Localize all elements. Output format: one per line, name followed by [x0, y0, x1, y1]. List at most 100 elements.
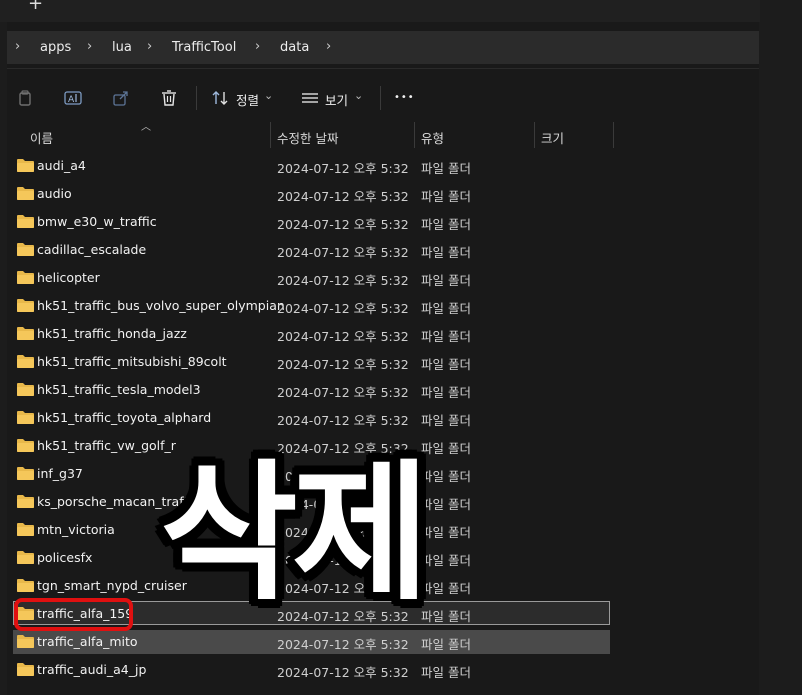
breadcrumb-item-lua[interactable]: lua	[112, 40, 132, 55]
breadcrumb-item-traffictool[interactable]: TrafficTool	[172, 40, 236, 55]
share-icon[interactable]	[111, 88, 131, 108]
red-highlight-annotation	[14, 598, 133, 631]
folder-icon	[17, 663, 34, 676]
file-date: 2024-07-12 오후 5:32	[277, 385, 409, 400]
file-name: bmw_e30_w_traffic	[37, 214, 157, 229]
file-date: 2024-07-12 오후 5:32	[277, 245, 409, 260]
file-type: 파일 폴더	[421, 413, 471, 428]
column-resize-handle[interactable]	[613, 122, 614, 148]
folder-icon	[17, 523, 34, 536]
folder-icon	[17, 271, 34, 284]
file-name: traffic_audi_a4_jp	[37, 662, 147, 677]
view-button[interactable]: 보기	[325, 90, 348, 109]
column-header-name[interactable]: 이름	[30, 128, 53, 147]
toolbar-separator	[196, 86, 197, 110]
file-type: 파일 폴더	[421, 161, 471, 176]
file-row[interactable]: hk51_traffic_honda_jazz 2024-07-12 오후 5:…	[0, 321, 760, 347]
file-type: 파일 폴더	[421, 301, 471, 316]
folder-icon	[17, 327, 34, 340]
more-options-button[interactable]: •••	[394, 92, 415, 103]
folder-icon	[17, 495, 34, 508]
view-dropdown-chevron-icon[interactable]: ⌄	[354, 89, 363, 102]
delete-icon[interactable]	[159, 88, 179, 108]
breadcrumb-chevron-icon[interactable]: ›	[255, 39, 260, 54]
file-name: hk51_traffic_mitsubishi_89colt	[37, 354, 227, 369]
column-header-type[interactable]: 유형	[421, 128, 444, 147]
new-tab-button[interactable]: +	[28, 0, 43, 14]
file-name: audio	[37, 186, 72, 201]
sort-icon[interactable]	[210, 88, 230, 108]
folder-icon	[17, 467, 34, 480]
column-header-size[interactable]: 크기	[541, 128, 564, 147]
sort-ascending-icon: ︿	[141, 122, 151, 133]
breadcrumb-chevron-icon[interactable]: ›	[326, 39, 331, 54]
file-date: 2024-07-12 오후 5:32	[277, 329, 409, 344]
folder-icon	[17, 635, 34, 648]
folder-icon	[17, 383, 34, 396]
folder-icon	[17, 411, 34, 424]
file-row[interactable]: traffic_audi_a4_jp 2024-07-12 오후 5:32 파일…	[0, 657, 760, 683]
column-resize-handle[interactable]	[534, 122, 535, 148]
file-name: policesfx	[37, 550, 93, 565]
file-type: 파일 폴더	[421, 553, 471, 568]
file-type: 파일 폴더	[421, 637, 471, 652]
file-name: hk51_traffic_toyota_alphard	[37, 410, 212, 425]
file-type: 파일 폴더	[421, 273, 471, 288]
file-type: 파일 폴더	[421, 525, 471, 540]
file-row[interactable]: hk51_traffic_bus_volvo_super_olympian 20…	[0, 293, 760, 319]
breadcrumb-chevron-icon[interactable]: ›	[87, 39, 92, 54]
file-name: hk51_traffic_tesla_model3	[37, 382, 201, 397]
file-row[interactable]: hk51_traffic_mitsubishi_89colt 2024-07-1…	[0, 349, 760, 375]
sort-button[interactable]: 정렬	[236, 90, 259, 109]
file-date: 2024-07-12 오후 5:32	[277, 273, 409, 288]
folder-icon	[17, 215, 34, 228]
file-row[interactable]: helicopter 2024-07-12 오후 5:32 파일 폴더	[0, 265, 760, 291]
file-row[interactable]: bmw_e30_w_traffic 2024-07-12 오후 5:32 파일 …	[0, 209, 760, 235]
breadcrumb-chevron-icon[interactable]: ›	[147, 39, 152, 54]
file-type: 파일 폴더	[421, 469, 471, 484]
folder-icon	[17, 299, 34, 312]
folder-icon	[17, 439, 34, 452]
column-header-modified[interactable]: 수정한 날짜	[277, 128, 338, 147]
file-row[interactable]: cadillac_escalade 2024-07-12 오후 5:32 파일 …	[0, 237, 760, 263]
folder-icon	[17, 551, 34, 564]
file-type: 파일 폴더	[421, 665, 471, 680]
toolbar-divider	[7, 68, 759, 69]
file-date: 2024-07-12 오후 5:32	[277, 301, 409, 316]
delete-overlay-caption: 삭제	[160, 447, 430, 621]
file-row[interactable]: hk51_traffic_toyota_alphard 2024-07-12 오…	[0, 405, 760, 431]
file-type: 파일 폴더	[421, 441, 471, 456]
copy-icon[interactable]	[16, 88, 36, 108]
file-name: helicopter	[37, 270, 100, 285]
breadcrumb-chevron-icon[interactable]: ›	[15, 39, 20, 54]
folder-icon	[17, 187, 34, 200]
file-row[interactable]: hk51_traffic_tesla_model3 2024-07-12 오후 …	[0, 377, 760, 403]
file-type: 파일 폴더	[421, 357, 471, 372]
file-name: cadillac_escalade	[37, 242, 147, 257]
file-row-selected[interactable]: traffic_alfa_mito 2024-07-12 오후 5:32 파일 …	[0, 629, 760, 655]
view-icon[interactable]	[300, 88, 320, 108]
rename-icon[interactable]: A	[63, 88, 83, 108]
file-row[interactable]: audio 2024-07-12 오후 5:32 파일 폴더	[0, 181, 760, 207]
file-type: 파일 폴더	[421, 189, 471, 204]
column-resize-handle[interactable]	[414, 122, 415, 148]
file-date: 2024-07-12 오후 5:32	[277, 637, 409, 652]
file-type: 파일 폴더	[421, 245, 471, 260]
folder-icon	[17, 243, 34, 256]
breadcrumb-item-apps[interactable]: apps	[40, 40, 71, 55]
file-date: 2024-07-12 오후 5:32	[277, 217, 409, 232]
file-name: hk51_traffic_honda_jazz	[37, 326, 187, 341]
file-row[interactable]: audi_a4 2024-07-12 오후 5:32 파일 폴더	[0, 153, 760, 179]
folder-icon	[17, 159, 34, 172]
file-name: hk51_traffic_vw_golf_r	[37, 438, 176, 453]
file-name: hk51_traffic_bus_volvo_super_olympian	[37, 298, 285, 313]
file-type: 파일 폴더	[421, 609, 471, 624]
file-date: 2024-07-12 오후 5:32	[277, 357, 409, 372]
file-type: 파일 폴더	[421, 581, 471, 596]
file-type: 파일 폴더	[421, 385, 471, 400]
breadcrumb-item-data[interactable]: data	[280, 40, 309, 55]
file-date: 2024-07-12 오후 5:32	[277, 161, 409, 176]
column-resize-handle[interactable]	[270, 122, 271, 148]
file-name: traffic_alfa_mito	[37, 634, 138, 649]
sort-dropdown-chevron-icon[interactable]: ⌄	[264, 89, 273, 102]
